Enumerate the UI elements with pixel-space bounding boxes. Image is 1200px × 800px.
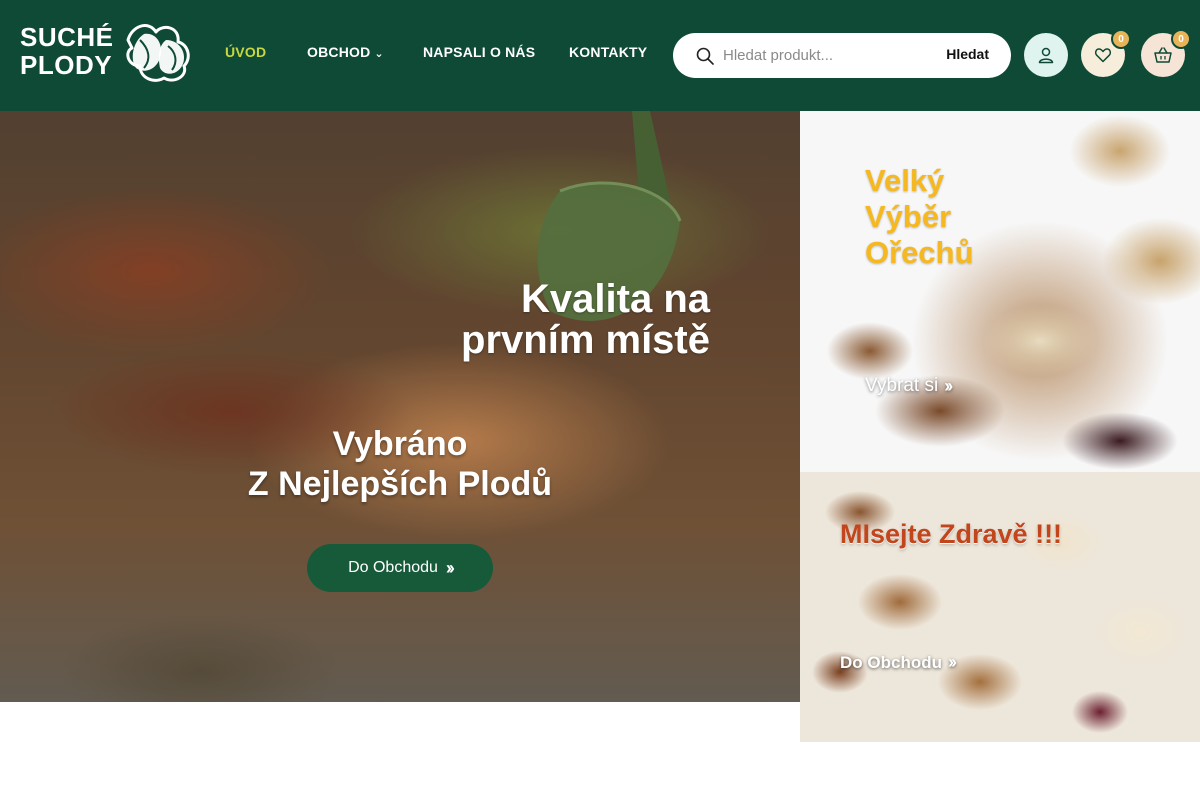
- logo-line-1: SUCHÉ: [20, 22, 114, 52]
- nav-item-kontakty[interactable]: KONTAKTY: [569, 44, 647, 60]
- chevron-down-icon: ⌄: [374, 48, 384, 60]
- hero-title: Kvalita na prvním místě: [310, 279, 710, 361]
- logo-text: SUCHÉ PLODY: [20, 23, 114, 79]
- site-header: SUCHÉ PLODY ÚVOD OBCHOD ⌄ NAPSALI O NÁS K…: [0, 0, 1200, 111]
- logo-line-2: PLODY: [20, 50, 113, 80]
- hero-subtitle-line-2: Z Nejlepších Plodů: [247, 465, 553, 503]
- hero-title-line-1: Kvalita na: [521, 277, 710, 321]
- heart-icon: [1094, 48, 1112, 63]
- basket-icon: [1154, 47, 1172, 63]
- nav-item-napsali-o-nas[interactable]: NAPSALI O NÁS: [423, 44, 535, 60]
- nav-item-label: ÚVOD: [225, 44, 267, 60]
- hero-subtitle-line-1: Vybráno: [332, 425, 468, 463]
- wishlist-count-badge: 0: [1111, 29, 1131, 49]
- hero-subtitle: Vybráno Z Nejlepších Plodů: [180, 424, 620, 504]
- search-button[interactable]: Hledat: [946, 46, 989, 62]
- promo-card-health[interactable]: MIsejte Zdravě !!! Do Obchodu ››: [800, 472, 1200, 742]
- double-chevron-right-icon: ››: [944, 375, 953, 396]
- promo-title-line-1: Velký: [865, 163, 945, 198]
- nav-item-obchod[interactable]: OBCHOD ⌄: [307, 44, 384, 60]
- promo-title-line-2: Výběr: [865, 199, 952, 234]
- promo-link-label: Do Obchodu: [840, 652, 942, 672]
- promo-card-health-title: MIsejte Zdravě !!!: [840, 519, 1063, 549]
- double-chevron-right-icon: ››: [445, 557, 455, 578]
- nav-item-label: KONTAKTY: [569, 44, 648, 60]
- promo-link-label: Vybrat si: [865, 375, 939, 396]
- promo-card-nuts-title: Velký Výběr Ořechů: [865, 163, 974, 271]
- promo-card-nuts-link[interactable]: Vybrat si ››: [865, 375, 953, 397]
- site-logo[interactable]: SUCHÉ PLODY: [20, 18, 196, 84]
- user-icon: [1038, 47, 1054, 64]
- nav-item-label: OBCHOD: [307, 44, 371, 60]
- hero-banner: Kvalita na prvním místě Vybráno Z Nejlep…: [0, 111, 800, 702]
- search-icon: [696, 47, 714, 65]
- wishlist-button[interactable]: 0: [1081, 29, 1131, 77]
- double-chevron-right-icon: ››: [947, 652, 957, 672]
- account-button[interactable]: [1024, 33, 1068, 77]
- promo-title-line-3: Ořechů: [865, 235, 974, 270]
- hero-shop-button[interactable]: Do Obchodu ››: [307, 544, 493, 592]
- search-input[interactable]: [723, 44, 923, 66]
- hero-shop-button-label: Do Obchodu: [348, 559, 438, 576]
- promo-card-health-link[interactable]: Do Obchodu ››: [840, 652, 957, 673]
- nav-item-label: NAPSALI O NÁS: [423, 44, 536, 60]
- cart-button[interactable]: 0: [1141, 29, 1191, 77]
- hero-title-line-2: prvním místě: [461, 318, 710, 362]
- nav-item-uvod[interactable]: ÚVOD: [225, 44, 266, 60]
- cart-count-badge: 0: [1171, 29, 1191, 49]
- search-bar: Hledat: [673, 33, 1011, 78]
- leaf-nut-logo-icon: [126, 24, 190, 82]
- promo-card-nuts[interactable]: Velký Výběr Ořechů Vybrat si ››: [800, 111, 1200, 472]
